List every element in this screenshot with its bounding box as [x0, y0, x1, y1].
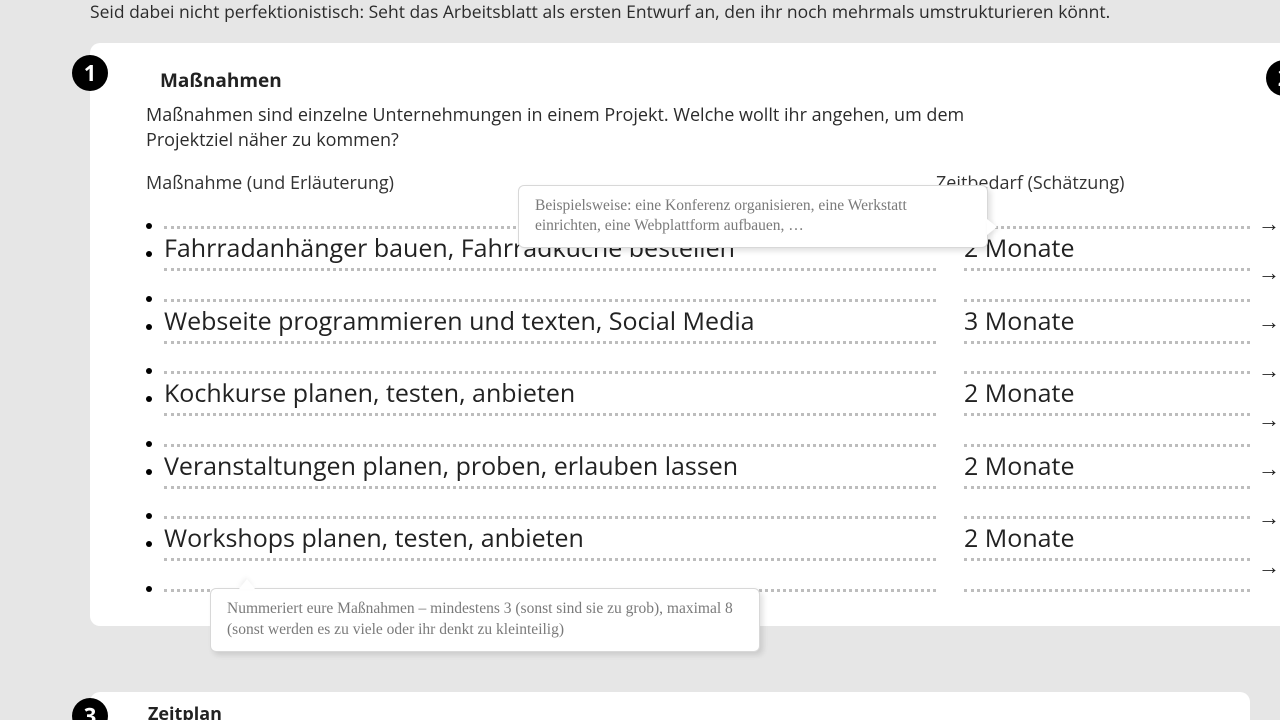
action-cell: Kochkurse planen, testen, anbieten: [164, 376, 936, 416]
time-cell: 3 Monate: [964, 304, 1250, 344]
table-row: Webseite programmieren und texten, Socia…: [146, 304, 1250, 344]
section-zeitplan-card: Zeitplan: [90, 692, 1250, 720]
bullet-icon: [146, 513, 152, 519]
arrow-icon: →: [1258, 261, 1280, 283]
bullet-icon: [146, 251, 152, 257]
arrow-icon: →: [1258, 359, 1280, 381]
time-cell: 2 Monate: [964, 376, 1250, 416]
tip-numbering: Nummeriert eure Maßnahmen – mindestens 3…: [210, 588, 760, 652]
action-cell: [164, 279, 936, 302]
action-cell: Workshops planen, testen, anbieten: [164, 521, 936, 561]
action-cell: [164, 352, 936, 375]
time-cell: [964, 569, 1250, 592]
arrow-icon: →: [1258, 212, 1280, 234]
rows-list: Fahrradanhänger bauen, Fahrradküche best…: [146, 207, 1250, 592]
arrow-icon: →: [1258, 457, 1280, 479]
bullet-icon: [146, 368, 152, 374]
bullet-icon: [146, 586, 152, 592]
bullet-icon: [146, 223, 152, 229]
section-number-badge: 1: [72, 55, 108, 91]
bullet-icon: [146, 296, 152, 302]
table-row: [146, 279, 1250, 302]
section-description: Maßnahmen sind einzelne Unternehmungen i…: [146, 103, 1046, 153]
action-cell: Webseite programmieren und texten, Socia…: [164, 304, 936, 344]
bullet-icon: [146, 396, 152, 402]
time-cell: [964, 207, 1250, 230]
tip-examples: Beispielsweise: eine Konferenz organisie…: [518, 185, 988, 249]
section-title: Maßnahmen: [160, 67, 1250, 93]
bullet-icon: [146, 324, 152, 330]
time-cell: 2 Monate: [964, 521, 1250, 561]
bullet-icon: [146, 469, 152, 475]
table-row: Kochkurse planen, testen, anbieten 2 Mona…: [146, 376, 1250, 416]
intro-text: Seid dabei nicht perfektionistisch: Seht…: [90, 0, 1280, 25]
action-cell: Veranstaltungen planen, proben, erlauben…: [164, 449, 936, 489]
arrow-icon: →: [1258, 555, 1280, 577]
time-cell: 2 Monate: [964, 231, 1250, 271]
arrow-icon: →: [1258, 506, 1280, 528]
table-row: [146, 352, 1250, 375]
time-cell: [964, 497, 1250, 520]
section-3-title: Zeitplan: [148, 702, 222, 720]
arrow-icon: →: [1258, 408, 1280, 430]
action-cell: [164, 497, 936, 520]
bullet-icon: [146, 441, 152, 447]
time-cell: [964, 279, 1250, 302]
table-row: Veranstaltungen planen, proben, erlauben…: [146, 449, 1250, 489]
table-row: [146, 497, 1250, 520]
arrow-icon: →: [1258, 310, 1280, 332]
table-row: Workshops planen, testen, anbieten 2 Mona…: [146, 521, 1250, 561]
section-massnahmen: 1 Maßnahmen Maßnahmen sind einzelne Unte…: [90, 43, 1280, 626]
time-cell: [964, 352, 1250, 375]
arrow-column: → → → → → → → →: [1258, 212, 1280, 577]
bullet-icon: [146, 541, 152, 547]
table-row: [146, 424, 1250, 447]
time-cell: [964, 424, 1250, 447]
action-cell: [164, 424, 936, 447]
time-cell: 2 Monate: [964, 449, 1250, 489]
